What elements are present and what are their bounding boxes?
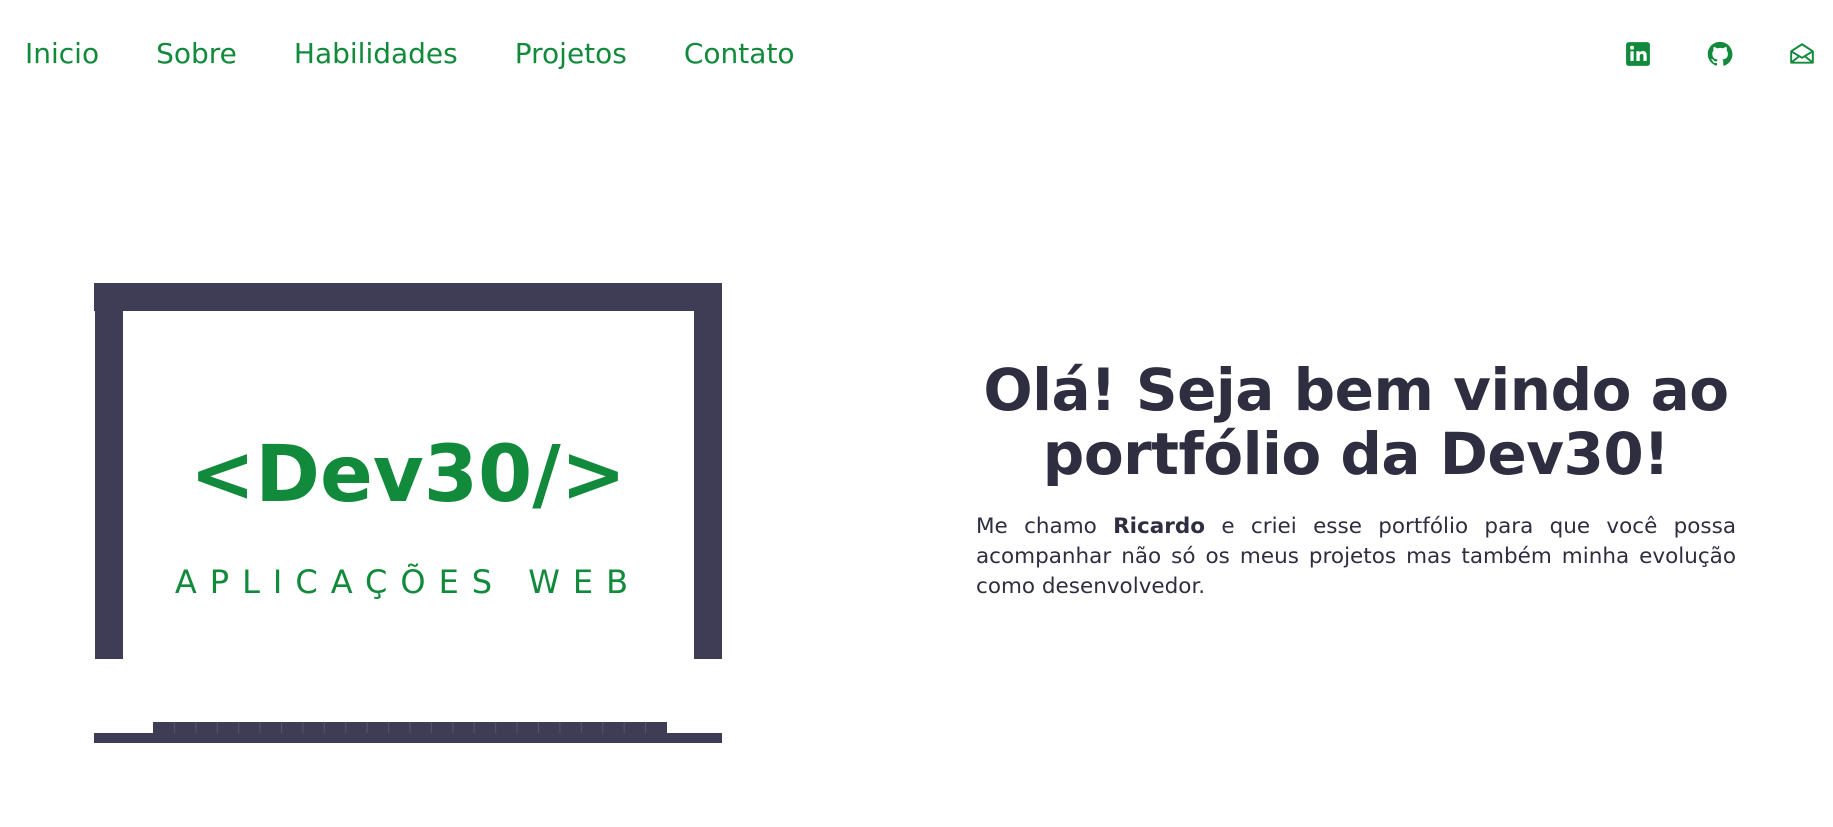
logo-subtitle: APLICAÇÕES WEB xyxy=(175,563,641,601)
hero-desc-name: Ricardo xyxy=(1113,514,1206,539)
laptop-frame-top xyxy=(94,283,722,311)
laptop-frame-left xyxy=(95,283,123,659)
navbar: Inicio Sobre Habilidades Projetos Contat… xyxy=(0,0,1833,110)
nav-link-sobre[interactable]: Sobre xyxy=(156,34,237,74)
nav-link-habilidades[interactable]: Habilidades xyxy=(294,34,458,74)
laptop-base xyxy=(94,733,722,744)
hero-title-line1: Olá! Seja bem vindo ao xyxy=(983,356,1729,424)
laptop-illustration: <Dev30/> APLICAÇÕES WEB xyxy=(94,283,722,744)
laptop-frame-right xyxy=(694,283,722,659)
hero-title: Olá! Seja bem vindo ao portfólio da Dev3… xyxy=(976,358,1736,486)
nav-links: Inicio Sobre Habilidades Projetos Contat… xyxy=(25,34,795,74)
nav-link-projetos[interactable]: Projetos xyxy=(515,34,627,74)
linkedin-icon[interactable] xyxy=(1624,40,1652,68)
hero-desc-prefix: Me chamo xyxy=(976,514,1114,539)
mail-icon[interactable] xyxy=(1788,40,1816,68)
keyboard xyxy=(153,722,667,733)
hero-description: Me chamo Ricardo e criei esse portfólio … xyxy=(976,512,1736,602)
nav-link-contato[interactable]: Contato xyxy=(684,34,795,74)
nav-link-inicio[interactable]: Inicio xyxy=(25,34,99,74)
hero-text: Olá! Seja bem vindo ao portfólio da Dev3… xyxy=(976,358,1736,602)
logo-text: <Dev30/> xyxy=(190,430,626,520)
hero-title-line2: portfólio da Dev30! xyxy=(1042,420,1670,488)
github-icon[interactable] xyxy=(1706,40,1734,68)
